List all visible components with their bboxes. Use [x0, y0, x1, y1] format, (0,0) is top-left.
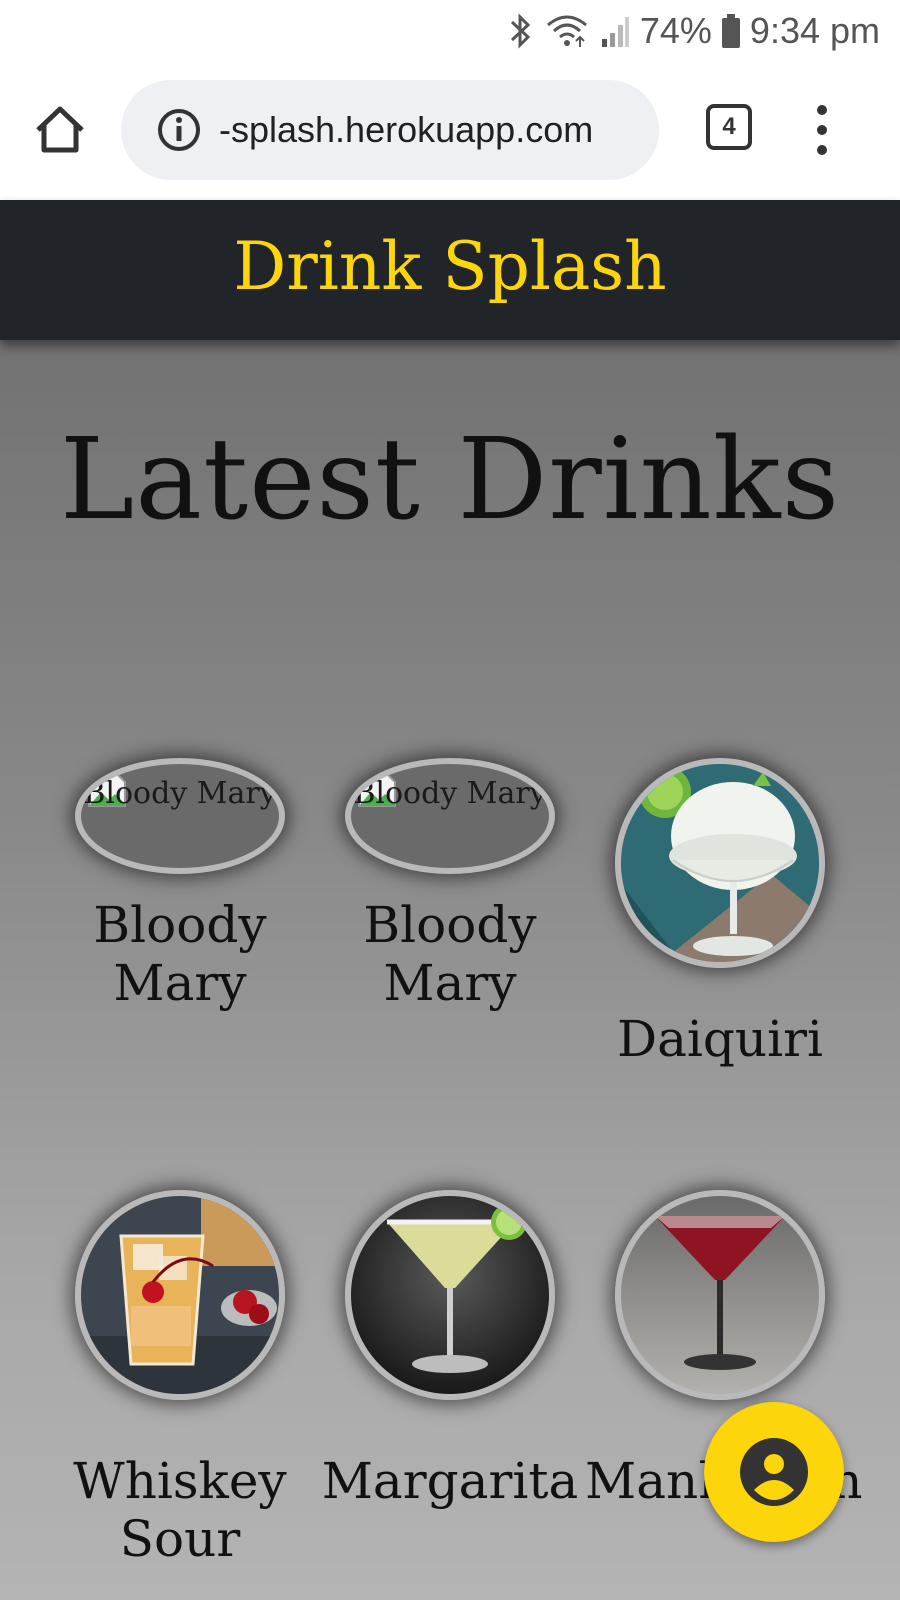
- status-bar: 74% 9:34 pm: [0, 0, 900, 62]
- signal-icon: [601, 17, 629, 47]
- info-icon[interactable]: [157, 108, 201, 152]
- drink-name[interactable]: Margarita: [315, 1452, 585, 1510]
- account-circle-icon: [740, 1438, 808, 1506]
- drink-name[interactable]: Whiskey Sour: [45, 1452, 315, 1568]
- drink-card-bloody-mary[interactable]: Bloody Mary Bloody Mary: [45, 758, 315, 1058]
- home-button[interactable]: [30, 100, 90, 160]
- daiquiri-photo: [621, 764, 819, 962]
- bluetooth-icon: [510, 13, 531, 49]
- account-fab-button[interactable]: [704, 1402, 844, 1542]
- tabs-button[interactable]: 4: [706, 104, 752, 150]
- image-alt-text: Bloody Mary: [353, 776, 547, 811]
- home-icon: [36, 106, 84, 153]
- drink-name[interactable]: Bloody Mary: [315, 896, 585, 1012]
- drink-image-broken[interactable]: Bloody Mary: [75, 758, 285, 874]
- drink-name[interactable]: Bloody Mary: [45, 896, 315, 1012]
- drink-card-whiskey-sour[interactable]: Whiskey Sour: [45, 1190, 315, 1568]
- address-bar[interactable]: -splash.herokuapp.com: [121, 80, 659, 180]
- url-text[interactable]: -splash.herokuapp.com: [219, 108, 593, 152]
- browser-toolbar: -splash.herokuapp.com 4: [0, 62, 900, 200]
- drink-image-daiquiri[interactable]: [615, 758, 825, 968]
- brand-title[interactable]: Drink Splash: [0, 222, 900, 312]
- drink-image-margarita[interactable]: [345, 1190, 555, 1400]
- manhattan-photo: [621, 1196, 819, 1394]
- drink-image-broken[interactable]: Bloody Mary: [345, 758, 555, 874]
- wifi-icon: [546, 15, 587, 47]
- more-menu-button[interactable]: [812, 102, 832, 158]
- more-vert-icon: [817, 105, 827, 155]
- whiskey-sour-photo: [81, 1196, 279, 1394]
- drink-image-manhattan[interactable]: [615, 1190, 825, 1400]
- drink-card-bloody-mary[interactable]: Bloody Mary Bloody Mary: [315, 758, 585, 1058]
- battery-percent: 74%: [639, 10, 712, 51]
- drink-image-whiskey-sour[interactable]: [75, 1190, 285, 1400]
- battery-icon: [721, 14, 740, 48]
- status-icons: 74% 9:34 pm: [508, 8, 880, 54]
- drink-card-daiquiri[interactable]: Daiquiri: [585, 758, 855, 1078]
- drink-name[interactable]: Daiquiri: [585, 1010, 855, 1068]
- page-title: Latest Drinks: [59, 415, 841, 545]
- margarita-photo: [351, 1196, 549, 1394]
- drink-card-margarita[interactable]: Margarita: [315, 1190, 585, 1540]
- app-header: Drink Splash: [0, 200, 900, 340]
- clock: 9:34 pm: [749, 10, 880, 51]
- tab-count: 4: [722, 113, 736, 140]
- image-alt-text: Bloody Mary: [83, 776, 277, 811]
